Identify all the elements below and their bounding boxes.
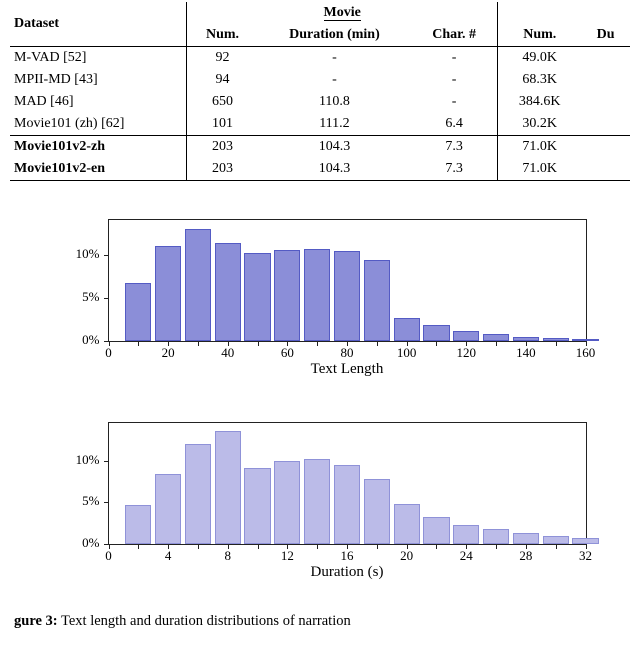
x-tick-label: 160 <box>576 345 596 361</box>
histogram-bar <box>483 529 509 544</box>
group-movie: Movie <box>187 2 498 24</box>
x-tick-label: 40 <box>221 345 234 361</box>
histogram-bar <box>513 337 539 341</box>
col-dataset: Dataset <box>10 2 187 47</box>
x-tick-label: 0 <box>105 548 112 564</box>
x-tick-label: 12 <box>281 548 294 564</box>
x-tick-label: 4 <box>165 548 172 564</box>
y-tick-label: 0% <box>48 535 100 551</box>
y-tick-label: 0% <box>48 332 100 348</box>
table-row: M-VAD [52] 92 - - 49.0K <box>10 47 630 70</box>
col-num: Num. <box>187 24 258 47</box>
histogram-bar <box>453 331 479 341</box>
table-row: Movie101 (zh) [62] 101 111.2 6.4 30.2K <box>10 113 630 136</box>
plot-area: 048121620242832 <box>108 422 587 545</box>
col-duration: Duration (min) <box>258 24 411 47</box>
histogram-bar <box>304 249 330 341</box>
histogram-bar <box>572 538 598 544</box>
figure-caption: gure 3: Text length and duration distrib… <box>8 613 632 630</box>
x-tick-label: 0 <box>105 345 112 361</box>
x-tick-label: 28 <box>519 548 532 564</box>
x-tick-label: 16 <box>341 548 354 564</box>
histogram-bar <box>244 253 270 341</box>
histogram-bar <box>215 431 241 544</box>
y-tick-label: 10% <box>48 246 100 262</box>
table-row: Movie101v2-zh 203 104.3 7.3 71.0K <box>10 136 630 159</box>
y-tick-label: 5% <box>48 493 100 509</box>
col-du-cut: Du <box>581 24 630 47</box>
x-tick-label: 8 <box>225 548 232 564</box>
x-tick-label: 100 <box>397 345 417 361</box>
histogram-bar <box>513 533 539 544</box>
histogram-bar <box>155 246 181 341</box>
histogram-bar <box>125 505 151 544</box>
histogram-bar <box>364 479 390 544</box>
table-row: MAD [46] 650 110.8 - 384.6K <box>10 91 630 113</box>
histogram-bar <box>274 250 300 341</box>
table-row: MPII-MD [43] 94 - - 68.3K <box>10 69 630 91</box>
histogram-bar <box>215 243 241 341</box>
dataset-table: Dataset Movie Num. Duration (min) Char. … <box>10 2 630 181</box>
histogram-bar <box>423 325 449 341</box>
histogram-bar <box>334 465 360 544</box>
x-tick-label: 24 <box>460 548 473 564</box>
histogram-bar <box>364 260 390 341</box>
y-tick-label: 10% <box>48 452 100 468</box>
col-char: Char. # <box>411 24 498 47</box>
histogram-bar <box>543 536 569 544</box>
histogram-bar <box>274 461 300 544</box>
histogram-bar <box>334 251 360 341</box>
x-axis-label: Duration (s) <box>108 564 587 581</box>
y-tick-label: 5% <box>48 289 100 305</box>
x-tick-label: 20 <box>400 548 413 564</box>
x-axis-label: Text Length <box>108 361 587 378</box>
x-tick-label: 80 <box>341 345 354 361</box>
duration-histogram: 048121620242832 Duration (s) 0%5%10% <box>48 416 593 581</box>
plot-area: 020406080100120140160 <box>108 219 587 342</box>
histogram-bar <box>304 459 330 544</box>
histogram-bar <box>125 283 151 341</box>
histogram-bar <box>423 517 449 544</box>
histogram-bar <box>185 444 211 544</box>
x-tick-label: 140 <box>516 345 536 361</box>
x-tick-label: 32 <box>579 548 592 564</box>
text-length-histogram: 020406080100120140160 Text Length 0%5%10… <box>48 213 593 378</box>
histogram-bar <box>185 229 211 341</box>
histogram-bar <box>572 339 598 341</box>
histogram-bar <box>394 504 420 544</box>
table-row: Movie101v2-en 203 104.3 7.3 71.0K <box>10 158 630 181</box>
histogram-bar <box>394 318 420 341</box>
histogram-bar <box>483 334 509 341</box>
x-tick-label: 20 <box>162 345 175 361</box>
histogram-bar <box>155 474 181 544</box>
x-tick-label: 120 <box>457 345 477 361</box>
histogram-bar <box>543 338 569 341</box>
histogram-bar <box>244 468 270 544</box>
col-num2: Num. <box>498 24 582 47</box>
histogram-bar <box>453 525 479 544</box>
x-tick-label: 60 <box>281 345 294 361</box>
